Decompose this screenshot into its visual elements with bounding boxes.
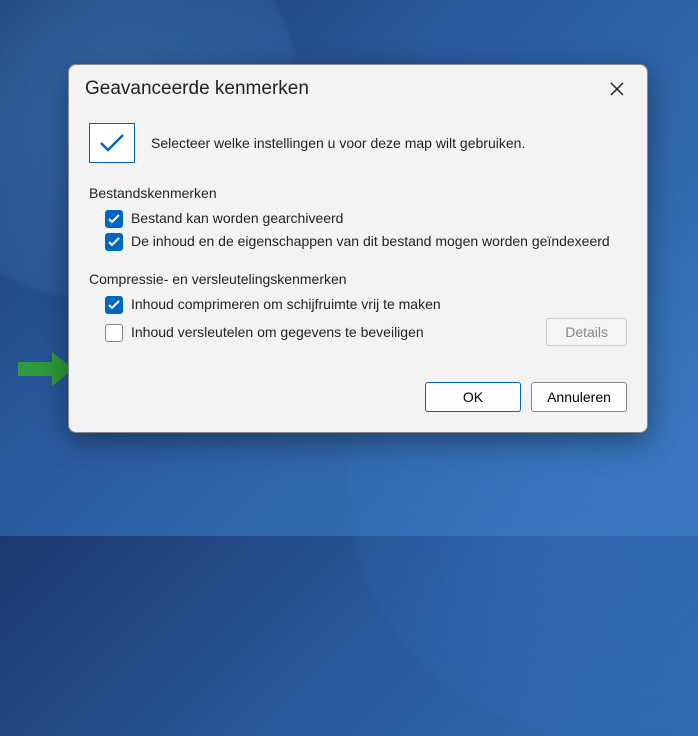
- archive-label: Bestand kan worden gearchiveerd: [131, 209, 627, 228]
- index-label: De inhoud en de eigenschappen van dit be…: [131, 232, 627, 251]
- prompt-text: Selecteer welke instellingen u voor deze…: [151, 135, 525, 151]
- encrypt-checkbox[interactable]: [105, 324, 123, 342]
- checkmark-icon: [89, 123, 135, 163]
- cancel-button[interactable]: Annuleren: [531, 382, 627, 412]
- highlight-arrow: [18, 352, 74, 386]
- close-button[interactable]: [603, 75, 631, 103]
- ok-button[interactable]: OK: [425, 382, 521, 412]
- compress-checkbox[interactable]: [105, 296, 123, 314]
- archive-checkbox[interactable]: [105, 210, 123, 228]
- index-checkbox[interactable]: [105, 233, 123, 251]
- advanced-attributes-dialog: Geavanceerde kenmerken Selecteer welke i…: [68, 64, 648, 433]
- dialog-footer: OK Annuleren: [69, 366, 647, 432]
- titlebar: Geavanceerde kenmerken: [69, 65, 647, 109]
- encrypt-label: Inhoud versleutelen om gegevens te bevei…: [131, 324, 538, 340]
- details-button[interactable]: Details: [546, 318, 627, 346]
- dialog-body: Selecteer welke instellingen u voor deze…: [69, 109, 647, 366]
- dialog-title: Geavanceerde kenmerken: [85, 78, 309, 100]
- file-attributes-label: Bestandskenmerken: [89, 185, 627, 201]
- compress-label: Inhoud comprimeren om schijfruimte vrij …: [131, 295, 627, 314]
- compress-encrypt-label: Compressie- en versleutelingskenmerken: [89, 271, 627, 287]
